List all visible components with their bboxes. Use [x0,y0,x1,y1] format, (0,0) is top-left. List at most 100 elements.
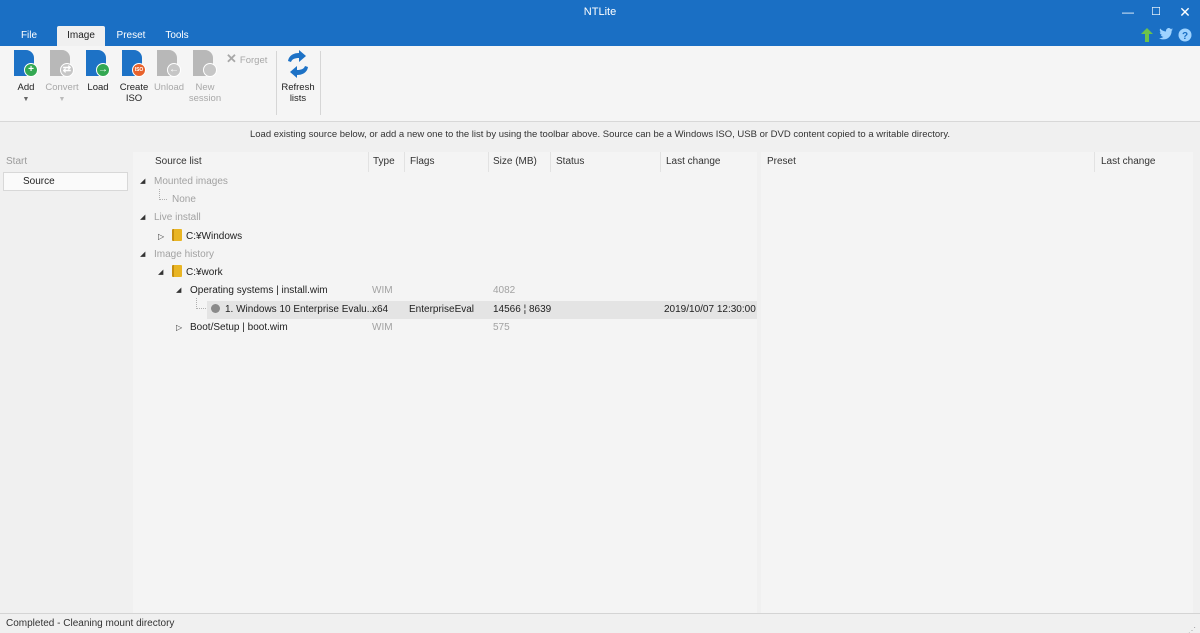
resize-grip-icon[interactable]: ⋰ [1188,621,1198,633]
tree-group-mounted[interactable]: ◢ Mounted images [133,173,757,191]
group-label: Image history [154,249,215,260]
column-status[interactable]: Status [551,152,661,172]
forget-label: Forget [239,55,268,66]
folder-icon [172,265,182,277]
create-iso-label-2: ISO [125,93,143,104]
tab-image[interactable]: Image [57,26,105,46]
dropdown-arrow-icon: ▼ [58,96,66,103]
tree-item-install-wim[interactable]: ◢ Operating systems | install.wim WIM 40… [133,282,757,300]
item-size: 14566 ¦ 8639 [493,304,552,315]
source-list-panel[interactable]: Source list Type Flags Size (MB) Status … [133,152,757,613]
tree-item-boot-wim[interactable]: ▷ Boot/Setup | boot.wim WIM 575 [133,319,757,337]
load-image-icon: → [86,50,110,78]
group-label: Live install [154,212,201,223]
collapse-caret-icon[interactable]: ◢ [158,264,163,282]
column-last-change[interactable]: Last change [661,152,757,172]
create-iso-button[interactable]: ISO Create ISO [116,50,152,104]
ribbon-toolbar: + Add ▼ ⇄ Convert ▼ → Load ISO Create IS… [0,46,1200,122]
create-iso-label-1: Create [119,82,149,93]
collapse-caret-icon[interactable]: ◢ [140,209,145,227]
preset-list-panel[interactable]: Preset Last change [761,152,1193,613]
item-label: C:¥Windows [186,231,243,242]
dropdown-arrow-icon: ▼ [22,96,30,103]
left-nav: Start Source [0,151,131,613]
item-label: C:¥work [186,267,223,278]
unload-label: Unload [153,82,185,93]
minimize-button[interactable]: — [1113,0,1143,25]
item-type: WIM [372,322,393,333]
tab-file[interactable]: File [10,26,48,46]
nav-start[interactable]: Start [6,156,27,167]
item-label: Boot/Setup | boot.wim [190,322,288,333]
unload-button[interactable]: ← Unload [151,50,187,93]
item-size: 4082 [493,285,516,296]
svg-text:?: ? [1182,31,1188,42]
folder-icon [172,229,182,241]
tree-item-work-folder[interactable]: ◢ C:¥work [133,264,757,282]
column-flags[interactable]: Flags [405,152,489,172]
add-button[interactable]: + Add ▼ [8,50,44,105]
item-type: WIM [372,285,393,296]
image-status-icon [211,304,220,313]
forget-icon: ✕ [226,51,237,66]
collapse-caret-icon[interactable]: ◢ [176,282,181,300]
column-source-list[interactable]: Source list [133,152,369,172]
expand-caret-icon[interactable]: ▷ [176,319,182,337]
create-iso-icon: ISO [122,50,146,78]
refresh-lists-button[interactable]: Refresh lists [279,50,317,104]
refresh-label-2: lists [289,93,307,104]
maximize-button[interactable]: ☐ [1141,0,1171,25]
load-label: Load [87,82,109,93]
info-text: Load existing source below, or add a new… [249,129,951,140]
close-button[interactable]: ✕ [1170,0,1200,25]
tree-item-none: None [133,191,757,209]
refresh-lists-icon [283,50,313,78]
load-button[interactable]: → Load [80,50,116,93]
item-last-change: 2019/10/07 12:30:00 [664,304,756,315]
tree-group-live-install[interactable]: ◢ Live install [133,209,757,227]
title-bar: NTLite — ☐ ✕ [0,0,1200,25]
add-image-icon: + [14,50,38,78]
window-title: NTLite [583,6,617,18]
item-label: Operating systems | install.wim [190,285,328,296]
convert-image-icon: ⇄ [50,50,74,78]
status-bar: Completed - Cleaning mount directory ⋰ [0,613,1200,633]
tab-preset[interactable]: Preset [110,26,152,46]
none-label: None [172,194,196,205]
expand-caret-icon[interactable]: ▷ [158,228,164,246]
collapse-caret-icon[interactable]: ◢ [140,246,145,264]
add-label: Add [17,82,35,93]
update-arrow-icon[interactable] [1140,28,1154,42]
new-session-icon [193,50,217,78]
source-list-header: Source list Type Flags Size (MB) Status … [133,152,757,172]
new-session-button[interactable]: New session [187,50,223,104]
twitter-icon[interactable] [1159,28,1173,42]
status-text: Completed - Cleaning mount directory [6,618,175,629]
convert-button[interactable]: ⇄ Convert ▼ [44,50,80,105]
forget-button[interactable]: ✕ Forget [226,51,267,67]
new-session-label-1: New [195,82,215,93]
ribbon-separator [320,51,321,115]
new-session-label-2: session [188,93,222,104]
item-label: 1. Windows 10 Enterprise Evalu... [225,304,376,315]
tree-item-windows-10-enterprise[interactable]: 1. Windows 10 Enterprise Evalu... x64 En… [207,301,757,319]
ribbon-separator [276,51,277,115]
tree-group-image-history[interactable]: ◢ Image history [133,246,757,264]
help-icon[interactable]: ? [1178,28,1192,42]
item-size: 575 [493,322,510,333]
collapse-caret-icon[interactable]: ◢ [140,173,145,191]
menu-bar: File Image Preset Tools ? [0,25,1200,46]
tree-connector [196,298,206,309]
column-preset-last-change[interactable]: Last change [1095,152,1193,172]
tab-tools[interactable]: Tools [157,26,197,46]
preset-list-header: Preset Last change [761,152,1193,172]
item-type: x64 [372,304,389,315]
column-type[interactable]: Type [369,152,405,172]
convert-label: Convert [45,82,79,93]
nav-source[interactable]: Source [3,172,128,191]
refresh-label-1: Refresh [281,82,315,93]
unload-image-icon: ← [157,50,181,78]
column-preset[interactable]: Preset [761,152,1095,172]
column-size[interactable]: Size (MB) [489,152,551,172]
tree-item-live-windows[interactable]: ▷ C:¥Windows [133,228,757,246]
